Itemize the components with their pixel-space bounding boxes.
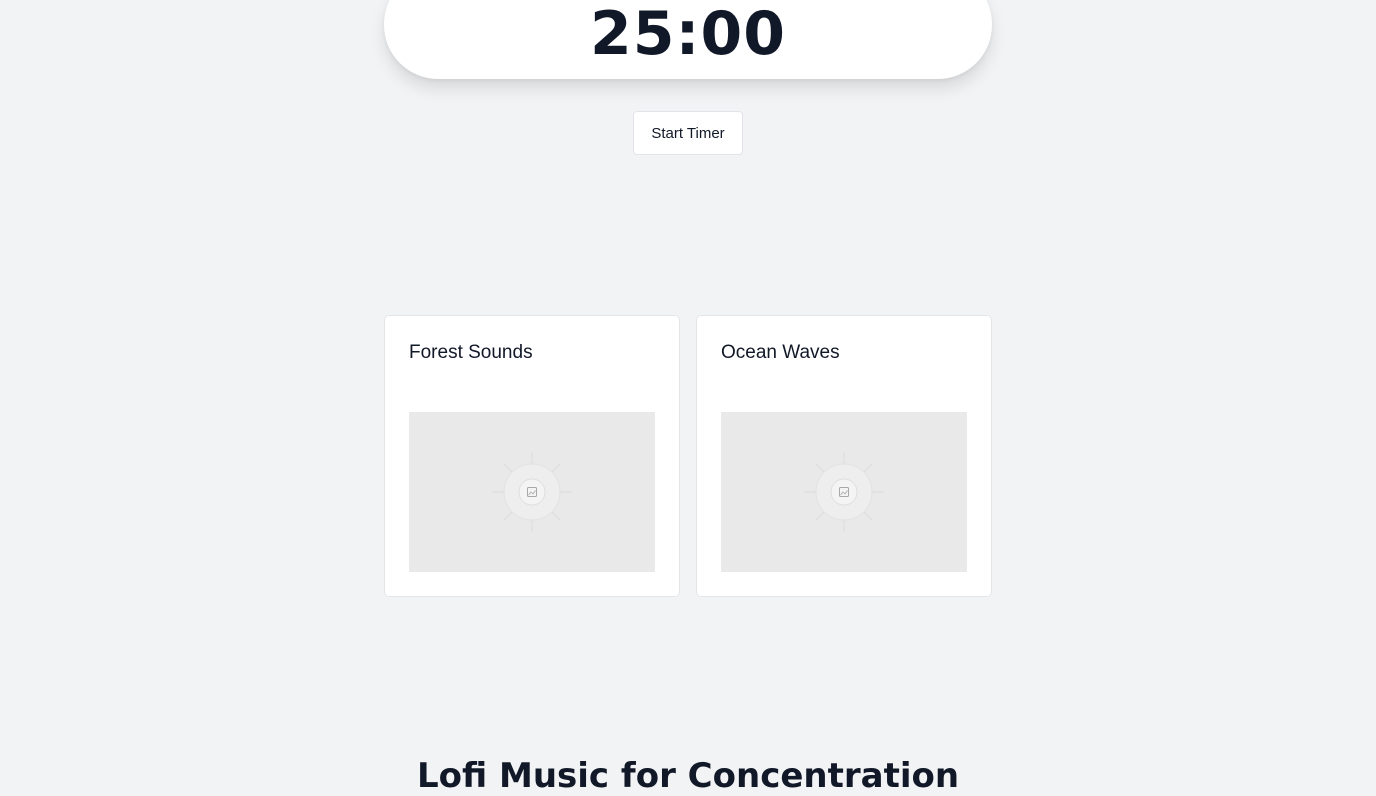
sound-card-forest[interactable]: Forest Sounds <box>384 315 680 597</box>
sound-card-image <box>721 412 967 572</box>
image-placeholder-icon <box>409 412 655 572</box>
sound-card-title: Forest Sounds <box>409 342 533 363</box>
start-timer-button[interactable]: Start Timer <box>633 111 743 155</box>
timer-card: 25:00 <box>384 0 992 79</box>
sound-card-ocean[interactable]: Ocean Waves <box>696 315 992 597</box>
section-heading: Lofi Music for Concentration <box>416 756 960 796</box>
timer-display: 25:00 <box>590 0 786 69</box>
sound-card-image <box>409 412 655 572</box>
image-placeholder-icon <box>721 412 967 572</box>
sound-card-title: Ocean Waves <box>721 342 840 363</box>
